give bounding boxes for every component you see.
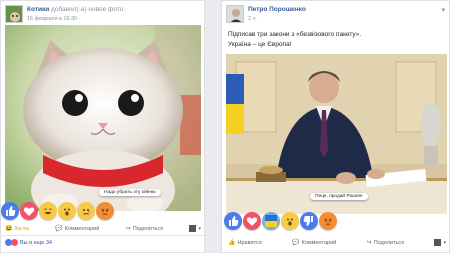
sad-face-icon [83,209,90,215]
comment-action-label: Комментарий [301,239,337,246]
avatar[interactable] [226,5,244,23]
divider [1,235,204,236]
share-action[interactable]: ↪ Поделиться [366,239,405,247]
post-author-line: Петро Порошенко [248,6,306,13]
comment-action[interactable]: 💬 Комментарий [55,225,100,233]
avatar[interactable] [5,5,23,23]
share-icon: ↪ [366,240,372,246]
reaction-wow-button[interactable] [281,212,299,230]
comment-action[interactable]: 💬 Комментарий [292,239,337,247]
share-action[interactable]: ↪ Поделиться [125,225,164,233]
post-actions: 👍 Нравится 💬 Комментарий ↪ Поделиться ▾ [228,239,446,246]
share-action-label: Поделиться [373,239,405,246]
comment-icon: 💬 [292,240,300,246]
thumbs-up-icon: 👍 [228,240,236,246]
haha-icon: 😆 [5,226,13,232]
reaction-wow-button[interactable] [58,202,76,220]
post-photo-signing[interactable] [226,54,447,214]
post-action-text: добавил(-а) новое фото. [51,6,126,13]
reaction-dislike-button[interactable] [300,212,318,230]
reaction-ukraine-button[interactable] [262,212,280,230]
surprised-face-icon [287,218,293,226]
reaction-love-button[interactable] [20,202,38,220]
reaction-like-button[interactable] [1,202,19,220]
laughing-face-icon [44,208,52,215]
post-header: Петро Порошенко 2 ч · ▾ [226,5,445,27]
thumbs-up-icon [229,216,239,226]
chevron-down-icon: ▾ [443,239,446,246]
ukraine-flag-icon [265,215,277,227]
post-date[interactable]: 16 февраля в 16:30 · [27,16,81,22]
post-actions: 😆 Ха-ха 💬 Комментарий ↪ Поделиться ▾ [5,225,201,232]
likes-summary[interactable]: Вы и еще 34 [5,239,52,246]
post-author[interactable]: Петро Порошенко [248,6,306,13]
reaction-sad-button[interactable] [77,202,95,220]
post-date[interactable]: 2 ч · [248,16,259,22]
audience-selector[interactable]: ▾ [189,225,201,232]
post-text-line1: Підписав три закони з «безвізового пакет… [228,31,362,38]
audience-avatar-icon [189,225,197,232]
audience-avatar-icon [434,239,442,246]
post-author[interactable]: Котики [27,6,49,13]
reaction-haha-button[interactable] [39,202,57,220]
comment-icon: 💬 [55,226,63,232]
thumbs-down-icon [303,216,313,226]
comment-action-label: Комментарий [64,225,100,232]
reaction-angry-button[interactable] [96,202,114,220]
post-header: Котики добавил(-а) новое фото. 16 феврал… [5,5,200,27]
post-card-kotiki: Котики добавил(-а) новое фото. 16 феврал… [0,0,205,253]
reaction-tooltip: Пеце, продай Рошен! [310,193,368,200]
angry-face-icon [324,218,332,225]
heart-icon [246,217,258,226]
love-count-icon [11,239,18,246]
share-icon: ↪ [125,226,131,232]
thumbs-up-icon [6,206,16,216]
reaction-bar [1,202,114,220]
chevron-down-icon: ▾ [198,225,201,232]
surprised-face-icon [64,208,70,216]
reaction-angry-button[interactable] [319,212,337,230]
reaction-like-button[interactable] [224,212,242,230]
like-action[interactable]: 👍 Нравится [228,239,262,247]
share-action-label: Поделиться [132,225,164,232]
chevron-down-icon[interactable]: ▾ [441,6,445,14]
like-action-label: Ха-ха [14,225,29,232]
post-text-line2: Україна – це Європа! [228,41,292,48]
reaction-bar [224,212,337,230]
reaction-tooltip: Надо убрать эту хйёню [99,189,161,196]
likes-summary-text: Вы и еще 34 [20,239,52,246]
like-action[interactable]: 😆 Ха-ха [5,225,29,233]
like-action-label: Нравится [237,239,262,246]
post-photo-cat[interactable] [5,25,201,211]
audience-selector[interactable]: ▾ [434,239,446,246]
post-card-poroshenko: Петро Порошенко 2 ч · ▾ Підписав три зак… [221,0,450,253]
reaction-love-button[interactable] [243,212,261,230]
post-author-line: Котики добавил(-а) новое фото. [27,6,125,13]
heart-icon [23,207,35,216]
angry-face-icon [101,208,109,215]
